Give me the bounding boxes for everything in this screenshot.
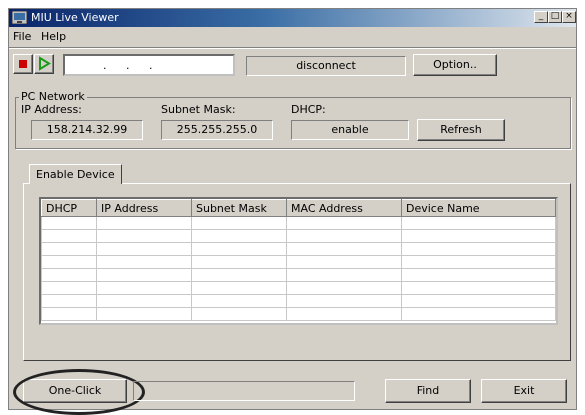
table-row[interactable] [41, 255, 556, 269]
window-title: MIU Live Viewer [31, 11, 119, 24]
exit-button[interactable]: Exit [481, 379, 567, 403]
menu-help[interactable]: Help [41, 30, 66, 43]
device-table-body [41, 216, 556, 321]
table-row[interactable] [41, 307, 556, 321]
pc-network-title: PC Network [19, 90, 87, 103]
ip-address-input-value: . . . [103, 59, 161, 72]
table-row[interactable] [41, 242, 556, 256]
pc-ip-address-value: 158.214.32.99 [31, 120, 143, 140]
menu-bar: File Help [9, 28, 576, 45]
column-subnet-mask[interactable]: Subnet Mask [191, 199, 287, 217]
maximize-icon: □ [550, 11, 560, 21]
close-button[interactable]: × [562, 11, 576, 23]
minimize-button[interactable]: _ [534, 11, 548, 23]
table-row[interactable] [41, 216, 556, 230]
title-bar[interactable]: MIU Live Viewer _ □ × [9, 9, 576, 27]
pc-subnet-mask-value: 255.255.255.0 [161, 120, 273, 140]
maximize-button[interactable]: □ [548, 11, 562, 23]
stop-button[interactable] [13, 54, 33, 74]
column-ip-address[interactable]: IP Address [96, 199, 192, 217]
pc-dhcp-value: enable [291, 120, 409, 140]
option-button[interactable]: Option.. [413, 54, 497, 76]
main-window: MIU Live Viewer _ □ × File Help . . . di… [8, 8, 577, 415]
menu-file[interactable]: File [13, 30, 31, 43]
tab-enable-device[interactable]: Enable Device [29, 164, 122, 184]
device-grid: DHCP IP Address Subnet Mask MAC Address … [41, 199, 556, 321]
stop-icon [19, 60, 27, 68]
table-row[interactable] [41, 268, 556, 282]
table-row[interactable] [41, 229, 556, 243]
app-icon [12, 11, 27, 24]
highlight-circle [13, 369, 145, 415]
play-icon [39, 56, 51, 71]
refresh-button[interactable]: Refresh [417, 119, 505, 141]
ip-address-input[interactable]: . . . [63, 54, 235, 76]
close-icon: × [565, 11, 573, 21]
find-button[interactable]: Find [385, 379, 471, 403]
device-table-header: DHCP IP Address Subnet Mask MAC Address … [41, 199, 556, 217]
column-device-name[interactable]: Device Name [401, 199, 556, 217]
status-bar-field [133, 381, 355, 401]
play-button[interactable] [34, 54, 54, 74]
dhcp-label: DHCP: [291, 103, 326, 116]
table-row[interactable] [41, 281, 556, 295]
connection-status: disconnect [246, 56, 406, 76]
column-mac-address[interactable]: MAC Address [286, 199, 402, 217]
ip-address-label: IP Address: [21, 103, 82, 116]
device-table[interactable]: DHCP IP Address Subnet Mask MAC Address … [39, 197, 558, 325]
menu-divider [9, 47, 576, 49]
column-dhcp[interactable]: DHCP [41, 199, 97, 217]
subnet-mask-label: Subnet Mask: [161, 103, 236, 116]
table-row[interactable] [41, 294, 556, 308]
minimize-icon: _ [538, 11, 544, 21]
